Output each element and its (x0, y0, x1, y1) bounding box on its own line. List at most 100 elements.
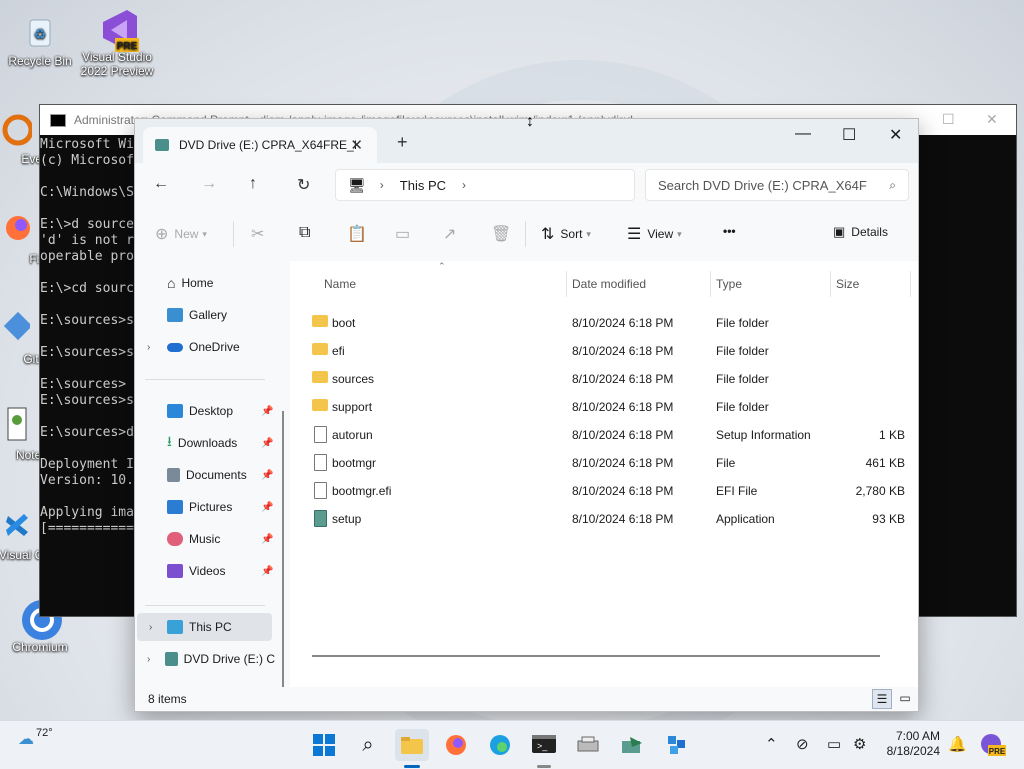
status-bar: 8 items ☰ ▭ (135, 687, 918, 711)
display-icon[interactable]: ▭ (827, 735, 841, 753)
folder-icon (401, 737, 423, 754)
setup-icon (622, 737, 642, 753)
details-button[interactable]: ▣ Details (833, 224, 888, 240)
trash-icon: 🗑 (491, 226, 512, 243)
rename-button[interactable]: ▭ (395, 224, 416, 244)
breadcrumb-chevron-end-icon[interactable]: › (462, 178, 466, 192)
tab-close-icon[interactable]: ✕ (350, 136, 363, 154)
network-offline-icon[interactable]: ⊘ (796, 735, 809, 753)
up-button[interactable]: ↑ (249, 175, 257, 193)
taskbar-app-2[interactable] (615, 729, 649, 761)
delete-button[interactable]: 🗑 (491, 224, 517, 244)
paste-button[interactable]: 📋 (347, 224, 373, 244)
close-button[interactable]: ✕ (889, 125, 902, 145)
file-row[interactable]: support 8/10/2024 6:18 PM File folder (310, 393, 905, 421)
maximize-button[interactable]: ☐ (842, 125, 856, 145)
firefox-icon (446, 735, 466, 755)
dvd-drive-icon (155, 139, 169, 151)
file-row[interactable]: bootmgr 8/10/2024 6:18 PM File 461 KB (310, 449, 905, 477)
pre-badge: PRE (989, 747, 1006, 756)
desktop-icon-visual-studio[interactable]: PRE Visual Studio 2022 Preview (77, 8, 157, 78)
pin-icon: 📌 (261, 469, 274, 481)
copy-button[interactable]: ⧉ (299, 224, 316, 242)
chevron-right-icon[interactable]: › (147, 654, 150, 665)
new-tab-button[interactable]: + (397, 132, 408, 153)
refresh-button[interactable]: ↻ (297, 175, 310, 195)
nav-item-onedrive[interactable]: › OneDrive (135, 333, 275, 361)
nav-item-videos[interactable]: Videos 📌 (135, 557, 275, 585)
breadcrumb[interactable]: 🖥 › This PC › (335, 169, 635, 201)
column-divider[interactable] (710, 271, 711, 297)
file-row[interactable]: setup 8/10/2024 6:18 PM Application 93 KB (310, 505, 905, 533)
file-row[interactable]: autorun 8/10/2024 6:18 PM Setup Informatio… (310, 421, 905, 449)
breadcrumb-this-pc[interactable]: This PC (400, 178, 446, 193)
clock[interactable]: 7:00 AM 8/18/2024 (884, 729, 940, 759)
tiles-view-button[interactable]: ▭ (896, 689, 914, 707)
taskbar-search-button[interactable]: ⌕ (351, 729, 385, 761)
breadcrumb-chevron-icon[interactable]: › (380, 178, 384, 192)
column-divider[interactable] (910, 271, 911, 297)
column-header-name[interactable]: Name (324, 269, 356, 299)
nav-item-desktop[interactable]: Desktop 📌 (135, 397, 275, 425)
column-divider[interactable] (830, 271, 831, 297)
taskbar-app-1[interactable] (571, 729, 605, 761)
file-row[interactable]: bootmgr.efi 8/10/2024 6:18 PM EFI File 2,78… (310, 477, 905, 505)
nav-item-dvd-drive[interactable]: › DVD Drive (E:) C (135, 645, 275, 673)
search-icon[interactable]: ⌕ (889, 178, 896, 193)
column-header-date[interactable]: Date modified (572, 269, 646, 299)
clock-date: 8/18/2024 (886, 744, 940, 758)
back-button[interactable]: ← (153, 175, 169, 193)
details-view-button[interactable]: ☰ (872, 689, 892, 709)
cmd-close-button[interactable]: ✕ (986, 111, 998, 128)
copilot-preview-icon[interactable]: PRE (980, 733, 1006, 760)
nav-item-home[interactable]: ⌂ Home (135, 269, 275, 297)
horizontal-scrollbar[interactable] (312, 655, 880, 657)
column-divider[interactable] (566, 271, 567, 297)
file-explorer-window[interactable]: DVD Drive (E:) CPRA_X64FRE_I ✕ + — ☐ ✕ ←… (134, 118, 919, 712)
nav-item-music[interactable]: Music 📌 (135, 525, 275, 553)
chevron-right-icon[interactable]: › (147, 342, 150, 353)
column-header-type[interactable]: Type (716, 269, 742, 299)
taskbar-edge[interactable] (483, 729, 517, 761)
monitor-icon: 🖥 (348, 176, 366, 193)
rename-icon: ▭ (395, 226, 411, 243)
taskbar-app-3[interactable] (659, 729, 693, 761)
file-row[interactable]: efi 8/10/2024 6:18 PM File folder (310, 337, 905, 365)
nav-item-documents[interactable]: Documents 📌 (135, 461, 275, 489)
toolbar-divider (233, 221, 234, 247)
file-row[interactable]: boot 8/10/2024 6:18 PM File folder (310, 309, 905, 337)
search-box[interactable]: Search DVD Drive (E:) CPRA_X64F ⌕ (645, 169, 909, 201)
nav-item-this-pc[interactable]: › This PC (137, 613, 272, 641)
taskbar-firefox[interactable] (439, 729, 473, 761)
desktop-icon-recycle-bin[interactable]: ♻ Recycle Bin (0, 12, 80, 68)
view-button[interactable]: ☰ View ▾ (627, 224, 682, 244)
vscode-icon (0, 506, 30, 546)
forward-button[interactable]: → (201, 175, 217, 193)
chevron-right-icon[interactable]: › (149, 622, 152, 633)
cut-button[interactable]: ✂ (251, 224, 270, 244)
share-button[interactable]: ↗ (443, 224, 462, 244)
file-date: 8/10/2024 6:18 PM (572, 484, 674, 498)
minimize-button[interactable]: — (795, 125, 811, 143)
file-size: 461 KB (865, 456, 905, 470)
file-type: File (716, 456, 736, 470)
sort-button[interactable]: ⇅ Sort ▾ (541, 224, 591, 244)
file-row[interactable]: sources 8/10/2024 6:18 PM File folder (310, 365, 905, 393)
more-options-button[interactable]: ••• (723, 224, 736, 238)
nav-item-gallery[interactable]: Gallery (135, 301, 275, 329)
tab-dvd-drive[interactable]: DVD Drive (E:) CPRA_X64FRE_I ✕ (143, 127, 377, 163)
notification-bell-icon[interactable]: 🔔 (948, 735, 967, 753)
weather-widget[interactable]: ☁ 72° (18, 727, 53, 749)
start-button[interactable] (307, 729, 341, 761)
new-button[interactable]: ⊕ New ▾ (155, 224, 207, 244)
taskbar-file-explorer[interactable] (395, 729, 429, 761)
column-header-size[interactable]: Size (836, 269, 859, 299)
tray-overflow-icon[interactable]: ⌃ (765, 735, 778, 753)
cmd-maximize-button[interactable]: ☐ (942, 111, 955, 128)
nav-scrollbar[interactable] (282, 411, 284, 687)
taskbar-terminal[interactable]: >_ (527, 729, 561, 761)
folder-icon (312, 343, 328, 355)
settings-icon[interactable]: ⚙ (853, 735, 866, 753)
nav-item-downloads[interactable]: ⭳ Downloads 📌 (135, 429, 275, 457)
nav-item-pictures[interactable]: Pictures 📌 (135, 493, 275, 521)
